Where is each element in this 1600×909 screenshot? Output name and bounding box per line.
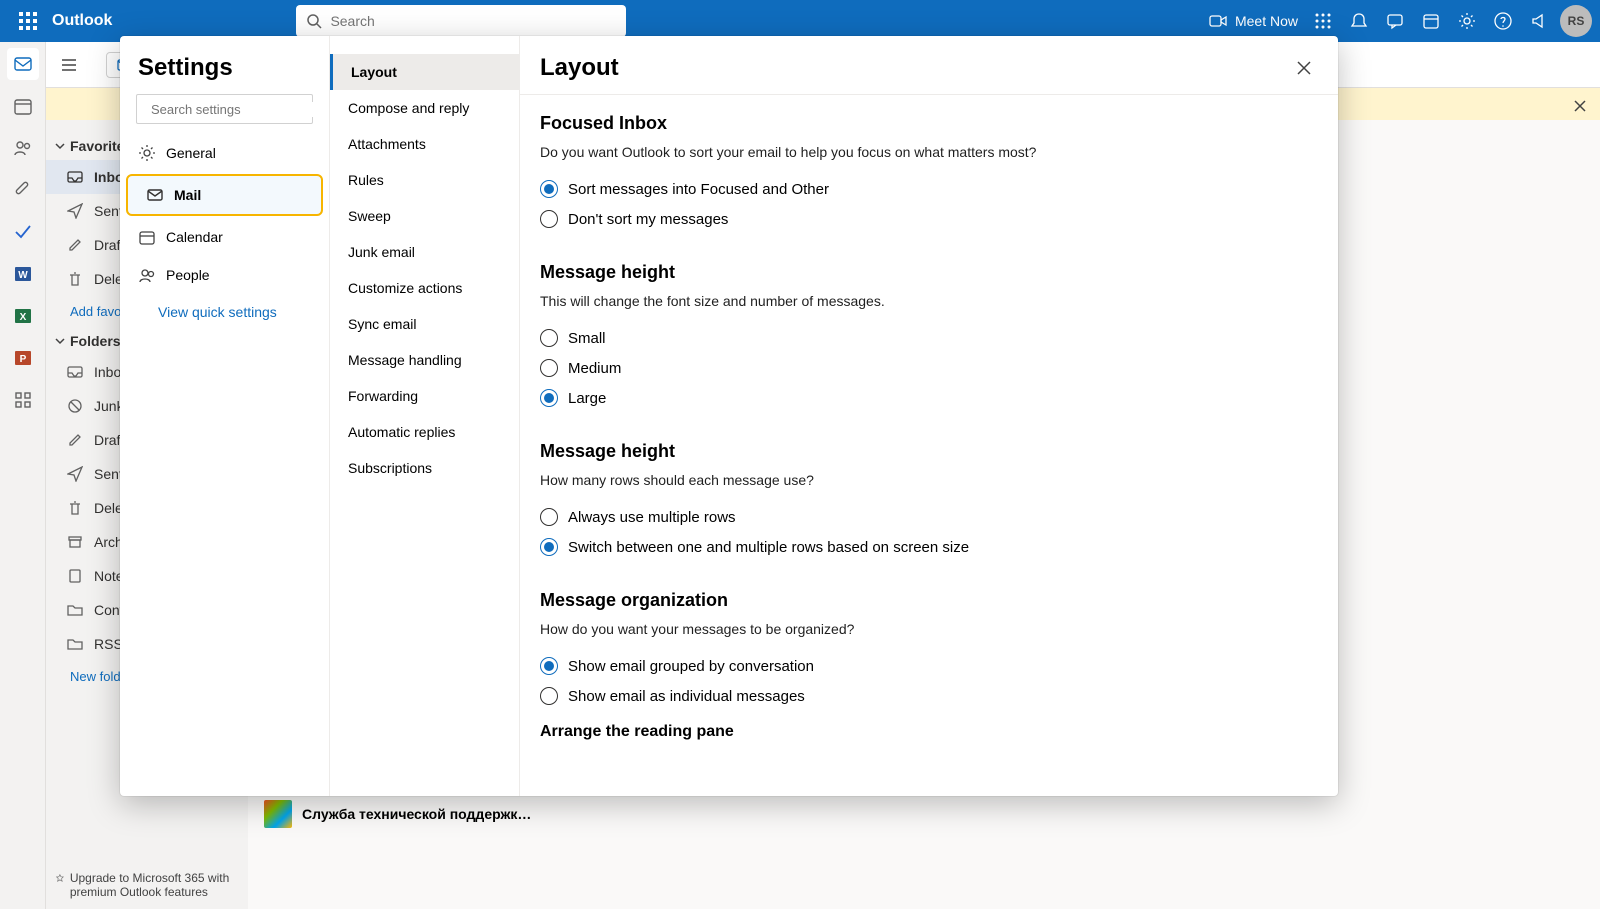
radio-icon [540, 538, 558, 556]
radio-option-dont-sort[interactable]: Don't sort my messages [540, 204, 1318, 234]
settings-subnav-junk[interactable]: Junk email [330, 234, 519, 270]
settings-content: Layout Focused Inbox Do you want Outlook… [520, 36, 1338, 796]
radio-option-switch-rows[interactable]: Switch between one and multiple rows bas… [540, 532, 1318, 562]
settings-search[interactable] [136, 94, 313, 124]
close-icon [1297, 61, 1311, 75]
settings-title: Settings [120, 54, 329, 94]
radio-option-small[interactable]: Small [540, 323, 1318, 353]
radio-icon [540, 657, 558, 675]
radio-icon [540, 687, 558, 705]
option-label: Switch between one and multiple rows bas… [568, 539, 969, 556]
settings-dialog: Settings General Mail Calendar People [120, 36, 1338, 796]
settings-subnav-sweep[interactable]: Sweep [330, 198, 519, 234]
view-quick-settings-link[interactable]: View quick settings [120, 294, 329, 330]
settings-nav-label: Calendar [166, 229, 223, 245]
option-label: Always use multiple rows [568, 509, 736, 526]
radio-option-multirow[interactable]: Always use multiple rows [540, 502, 1318, 532]
settings-subnav-rules[interactable]: Rules [330, 162, 519, 198]
settings-nav-people[interactable]: People [120, 256, 329, 294]
radio-icon [540, 210, 558, 228]
settings-content-title: Layout [540, 54, 619, 82]
radio-option-large[interactable]: Large [540, 383, 1318, 413]
settings-nav-general[interactable]: General [120, 134, 329, 172]
settings-nav-label: Mail [174, 187, 201, 203]
option-label: Sort messages into Focused and Other [568, 181, 829, 198]
settings-nav-calendar[interactable]: Calendar [120, 218, 329, 256]
settings-nav-secondary: Layout Compose and reply Attachments Rul… [330, 36, 520, 796]
settings-subnav-subscriptions[interactable]: Subscriptions [330, 450, 519, 486]
settings-subnav-attachments[interactable]: Attachments [330, 126, 519, 162]
radio-icon [540, 389, 558, 407]
option-label: Show email grouped by conversation [568, 658, 814, 675]
option-label: Don't sort my messages [568, 211, 728, 228]
settings-subnav-autoreply[interactable]: Automatic replies [330, 414, 519, 450]
option-label: Show email as individual messages [568, 688, 805, 705]
settings-search-input[interactable] [151, 102, 327, 117]
settings-close-button[interactable] [1290, 54, 1318, 82]
group-focused-inbox: Focused Inbox Do you want Outlook to sor… [540, 113, 1318, 234]
group-message-organization: Message organization How do you want you… [540, 590, 1318, 741]
radio-option-medium[interactable]: Medium [540, 353, 1318, 383]
option-label: Large [568, 390, 606, 407]
modal-overlay: Settings General Mail Calendar People [0, 0, 1600, 909]
calendar-icon [138, 228, 156, 246]
radio-icon [540, 359, 558, 377]
group-title: Message height [540, 441, 1318, 462]
settings-nav-label: General [166, 145, 216, 161]
group-title: Message organization [540, 590, 1318, 611]
group-message-rows: Message height How many rows should each… [540, 441, 1318, 562]
radio-option-individual[interactable]: Show email as individual messages [540, 681, 1318, 711]
group-title: Message height [540, 262, 1318, 283]
settings-nav-mail[interactable]: Mail [126, 174, 323, 216]
group-title: Focused Inbox [540, 113, 1318, 134]
radio-icon [540, 329, 558, 347]
group-desc: This will change the font size and numbe… [540, 293, 1318, 309]
group-desc: How many rows should each message use? [540, 472, 1318, 488]
radio-option-sort-focused[interactable]: Sort messages into Focused and Other [540, 174, 1318, 204]
settings-subnav-handling[interactable]: Message handling [330, 342, 519, 378]
settings-nav-label: People [166, 267, 210, 283]
group-desc: Do you want Outlook to sort your email t… [540, 144, 1318, 160]
group-message-height: Message height This will change the font… [540, 262, 1318, 413]
radio-option-grouped[interactable]: Show email grouped by conversation [540, 651, 1318, 681]
settings-subnav-forwarding[interactable]: Forwarding [330, 378, 519, 414]
settings-nav-primary: Settings General Mail Calendar People [120, 36, 330, 796]
settings-subnav-compose[interactable]: Compose and reply [330, 90, 519, 126]
option-label: Small [568, 330, 606, 347]
settings-subnav-customize[interactable]: Customize actions [330, 270, 519, 306]
settings-nav-label: View quick settings [158, 304, 277, 320]
radio-icon [540, 508, 558, 526]
people-icon [138, 266, 156, 284]
radio-icon [540, 180, 558, 198]
settings-subnav-sync[interactable]: Sync email [330, 306, 519, 342]
gear-icon [138, 144, 156, 162]
settings-subnav-layout[interactable]: Layout [330, 54, 519, 90]
option-label: Medium [568, 360, 621, 377]
mail-icon [146, 186, 164, 204]
subgroup-title: Arrange the reading pane [540, 723, 1318, 741]
group-desc: How do you want your messages to be orga… [540, 621, 1318, 637]
